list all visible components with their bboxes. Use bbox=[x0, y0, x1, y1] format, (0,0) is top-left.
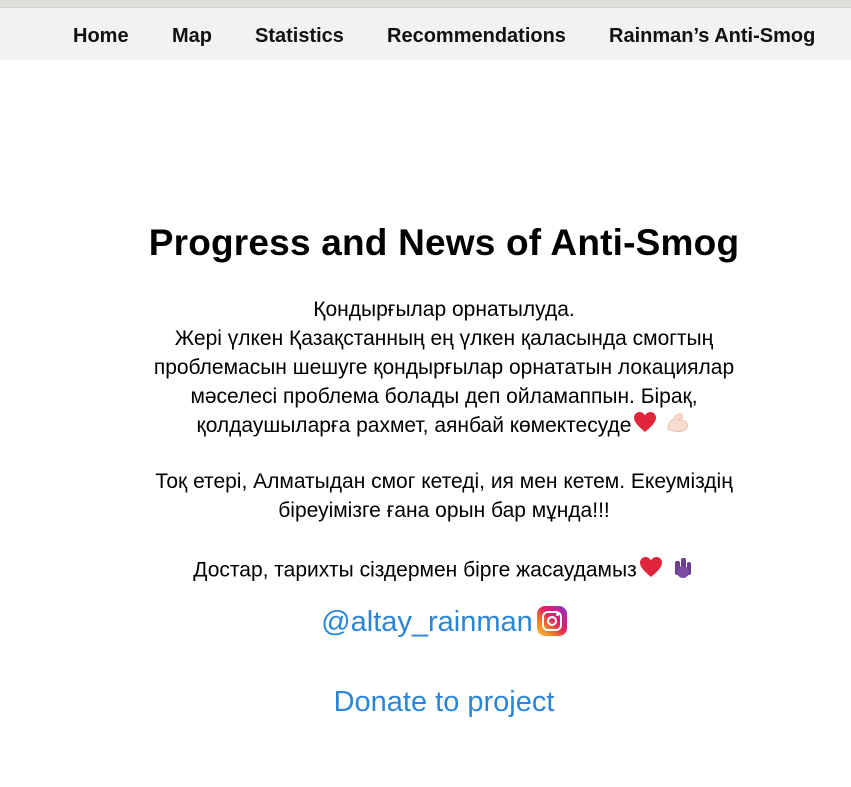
flexed-biceps-icon bbox=[665, 411, 691, 441]
paragraph-installations: Қондырғылар орнатылуда. Жері үлкен Қазақ… bbox=[0, 295, 851, 441]
instagram-icon[interactable] bbox=[536, 606, 567, 636]
nav-home[interactable]: Home bbox=[73, 8, 129, 60]
paragraph-smog-leaves: Тоқ етері, Алматыдан смог кетеді, ия мен… bbox=[0, 467, 851, 525]
page-title: Progress and News of Anti-Smog bbox=[148, 222, 740, 263]
paragraph-line-with-emoji: қолдаушыларға рахмет, аянбай көмектесуде bbox=[0, 411, 851, 441]
nav-rainmans-anti-smog[interactable]: Rainman’s Anti-Smog bbox=[609, 8, 815, 60]
instagram-handle[interactable]: @altay_rainman bbox=[321, 606, 533, 638]
paragraph-line: біреуімізге ғана орын бар мұнда!!! bbox=[278, 499, 610, 522]
nav-map[interactable]: Map bbox=[172, 8, 212, 60]
paragraph-line: проблемасын шешуге қондырғылар орнататын… bbox=[153, 356, 735, 379]
paragraph-friends: Достар, тарихты сіздермен бірге жасаудам… bbox=[0, 555, 851, 587]
paragraph-line: Жері үлкен Қазақстанның ең үлкен қаласын… bbox=[174, 327, 714, 350]
paragraph-line: қолдаушыларға рахмет, аянбай көмектесуде bbox=[196, 414, 632, 437]
top-navbar: Home Map Statistics Recommendations Rain… bbox=[0, 8, 851, 60]
donate-link[interactable]: Donate to project bbox=[0, 686, 851, 719]
instagram-link[interactable]: @altay_rainman bbox=[0, 606, 851, 639]
raised-hands-icon bbox=[671, 555, 695, 587]
paragraph-line: Қондырғылар орнатылуда. bbox=[313, 298, 575, 321]
window-top-border bbox=[0, 0, 851, 8]
paragraph-line: мәселесі проблема болады деп ойламаппын.… bbox=[190, 385, 698, 408]
nav-statistics[interactable]: Statistics bbox=[255, 8, 344, 60]
red-heart-icon bbox=[633, 411, 657, 441]
paragraph-line: Достар, тарихты сіздермен бірге жасаудам… bbox=[193, 558, 637, 582]
red-heart-icon bbox=[639, 556, 663, 586]
nav-recommendations[interactable]: Recommendations bbox=[387, 8, 566, 60]
paragraph-line: Тоқ етері, Алматыдан смог кетеді, ия мен… bbox=[155, 470, 733, 493]
